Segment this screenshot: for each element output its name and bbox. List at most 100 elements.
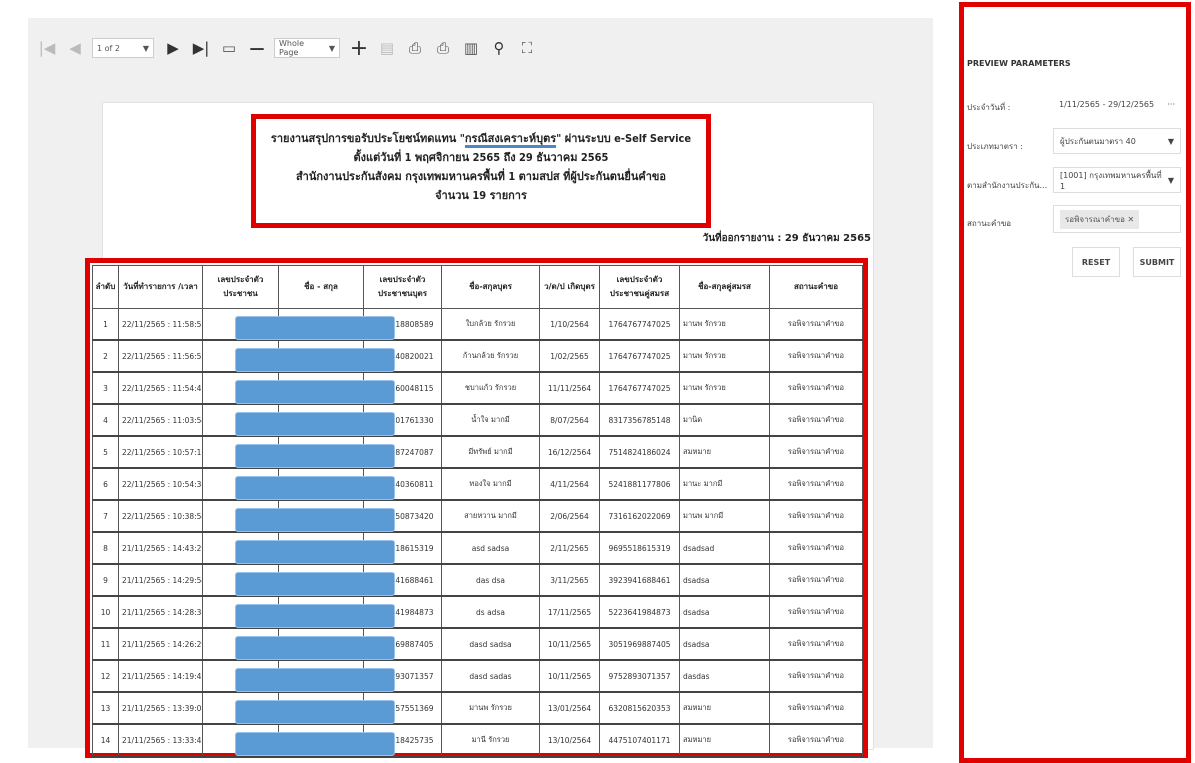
date-label: ประจำวันที่ : [967, 103, 1011, 112]
redaction-block [235, 444, 395, 468]
table-cell: 3923941688461 [599, 564, 680, 597]
chevron-down-icon: ▼ [328, 43, 335, 53]
table-cell: รอพิจารณาคำขอ [769, 500, 863, 533]
first-page-icon[interactable]: |◀ [36, 37, 58, 59]
table-cell: 3051969887405 [599, 628, 680, 661]
search-icon[interactable]: ⚲ [488, 37, 510, 59]
column-header: เลขประจำตัวประชาชน [202, 265, 279, 309]
column-header: วันที่ทำรายการ /เวลา [118, 265, 203, 309]
type-value: ผู้ประกันตนมาตรา 40 [1060, 136, 1136, 146]
page-select[interactable]: 1 of 2 ▼ [92, 38, 154, 58]
table-row: 6 22/11/2565 : 10:54:36 4225140360811 ทองใจ… [92, 468, 863, 501]
date-field[interactable]: 1/11/2565 - 29/12/2565 ··· [1053, 91, 1181, 117]
table-cell: 1764767747025 [599, 372, 680, 405]
redaction-block [235, 700, 395, 724]
table-cell: 8 [92, 532, 119, 565]
zoom-select[interactable]: Whole Page ▼ [274, 38, 340, 58]
table-cell: 3 [92, 372, 119, 405]
table-cell: 13 [92, 692, 119, 725]
print-page-icon[interactable]: ⎙ [432, 37, 454, 59]
redaction-block [235, 604, 395, 628]
type-label: ประเภทมาตรา : [967, 142, 1023, 151]
table-cell: น้ำใจ มากมี [441, 404, 540, 437]
table-cell: das dsa [441, 564, 540, 597]
multipage-icon[interactable]: ▭ [218, 37, 240, 59]
table-cell: รอพิจารณาคำขอ [769, 372, 863, 405]
title-highlight: กรณีสงเคราะห์บุตร [464, 132, 557, 148]
table-cell: รอพิจารณาคำขอ [769, 660, 863, 693]
redaction-block [235, 316, 395, 340]
more-icon[interactable]: ··· [1167, 100, 1175, 109]
table-cell: รอพิจารณาคำขอ [769, 468, 863, 501]
table-cell: 12 [92, 660, 119, 693]
report-title: รายงานสรุปการขอรับประโยชน์ทดแทน "กรณีสงเ… [256, 129, 706, 148]
export-icon[interactable]: ▥ [460, 37, 482, 59]
redaction-block [235, 476, 395, 500]
table-cell: 4475107401171 [599, 724, 680, 757]
table-row: 11 21/11/2565 : 14:26:29 3051969887405 dasd… [92, 628, 863, 661]
last-page-icon[interactable]: ▶| [190, 37, 212, 59]
date-value: 1/11/2565 - 29/12/2565 [1059, 99, 1155, 109]
table-cell: รอพิจารณาคำขอ [769, 596, 863, 629]
table-cell: 4/11/2564 [539, 468, 600, 501]
highlight-icon[interactable]: ▤ [376, 37, 398, 59]
table-cell: ก้านกล้วย รักรวย [441, 340, 540, 373]
issued-date: วันที่ออกรายงาน : 29 ธันวาคม 2565 [702, 233, 871, 244]
table-cell: dsadsad [679, 532, 770, 565]
status-label: สถานะคำขอ [967, 219, 1012, 228]
zoom-out-icon[interactable]: — [246, 37, 268, 59]
table-cell: 8/07/2564 [539, 404, 600, 437]
table-cell: 1764767747025 [599, 308, 680, 341]
office-select[interactable]: [1001] กรุงเทพมหานครพื้นที่ 1 ▼ [1053, 167, 1181, 193]
table-cell: dsadsa [679, 628, 770, 661]
table-cell: 21/11/2565 : 14:29:54 [118, 564, 203, 597]
title-text-start: รายงานสรุปการขอรับประโยชน์ทดแทน " [270, 132, 465, 145]
next-page-icon[interactable]: ▶ [162, 37, 184, 59]
type-select[interactable]: ผู้ประกันตนมาตรา 40 ▼ [1053, 128, 1181, 154]
table-cell: 11 [92, 628, 119, 661]
table-cell: รอพิจารณาคำขอ [769, 340, 863, 373]
table-cell: dasdas [679, 660, 770, 693]
table-cell: รอพิจารณาคำขอ [769, 532, 863, 565]
table-row: 4 22/11/2565 : 11:03:54 6211001761330 น้ำใจ… [92, 404, 863, 437]
table-cell: 9 [92, 564, 119, 597]
table-cell: รอพิจารณาคำขอ [769, 692, 863, 725]
redaction-block [235, 412, 395, 436]
table-cell: 7316162022069 [599, 500, 680, 533]
table-cell: 3/11/2565 [539, 564, 600, 597]
status-multiselect[interactable]: รอพิจารณาคำขอ ✕ [1053, 205, 1181, 233]
column-header: ลำดับ [92, 265, 119, 309]
prev-page-icon[interactable]: ◀ [64, 37, 86, 59]
table-cell: 6 [92, 468, 119, 501]
table-cell: 2 [92, 340, 119, 373]
reset-button[interactable]: RESET [1072, 247, 1120, 277]
table-cell: 21/11/2565 : 14:26:29 [118, 628, 203, 661]
table-row: 5 22/11/2565 : 10:57:16 3002187247087 มีทรั… [92, 436, 863, 469]
table-cell: 17/11/2565 [539, 596, 600, 629]
report-table-frame: ลำดับ วันที่ทำรายการ /เวลา เลขประจำตัวประช… [85, 258, 868, 758]
zoom-in-icon[interactable]: + [348, 36, 370, 61]
table-row: 10 21/11/2565 : 14:28:37 5223641984873 ds a… [92, 596, 863, 629]
redaction-block [235, 732, 395, 756]
table-cell: สมหมาย [679, 692, 770, 725]
status-chip-label: รอพิจารณาคำขอ [1065, 214, 1125, 224]
table-cell: 21/11/2565 : 13:39:09 [118, 692, 203, 725]
print-icon[interactable]: ⎙ [404, 37, 426, 59]
table-cell: 13/10/2564 [539, 724, 600, 757]
table-cell: 10/11/2565 [539, 660, 600, 693]
table-cell: ชบาแก้ว รักรวย [441, 372, 540, 405]
table-cell: 1764767747025 [599, 340, 680, 373]
report-title-block: รายงานสรุปการขอรับประโยชน์ทดแทน "กรณีสงเ… [251, 114, 711, 228]
fullscreen-icon[interactable]: ⛶ [516, 37, 538, 59]
table-cell: รอพิจารณาคำขอ [769, 724, 863, 757]
panel-title: PREVIEW PARAMETERS [967, 59, 1071, 68]
table-cell: 4 [92, 404, 119, 437]
close-icon[interactable]: ✕ [1127, 215, 1134, 224]
column-header: เลขประจำตัว ประชาชนบุตร [363, 265, 442, 309]
table-cell: 1/10/2564 [539, 308, 600, 341]
redaction-block [235, 572, 395, 596]
table-cell: 21/11/2565 : 14:19:42 [118, 660, 203, 693]
submit-button[interactable]: SUBMIT [1133, 247, 1181, 277]
table-row: 14 21/11/2565 : 13:33:42 1241118425735 มานี… [92, 724, 863, 757]
table-cell: 22/11/2565 : 11:58:53 [118, 308, 203, 341]
